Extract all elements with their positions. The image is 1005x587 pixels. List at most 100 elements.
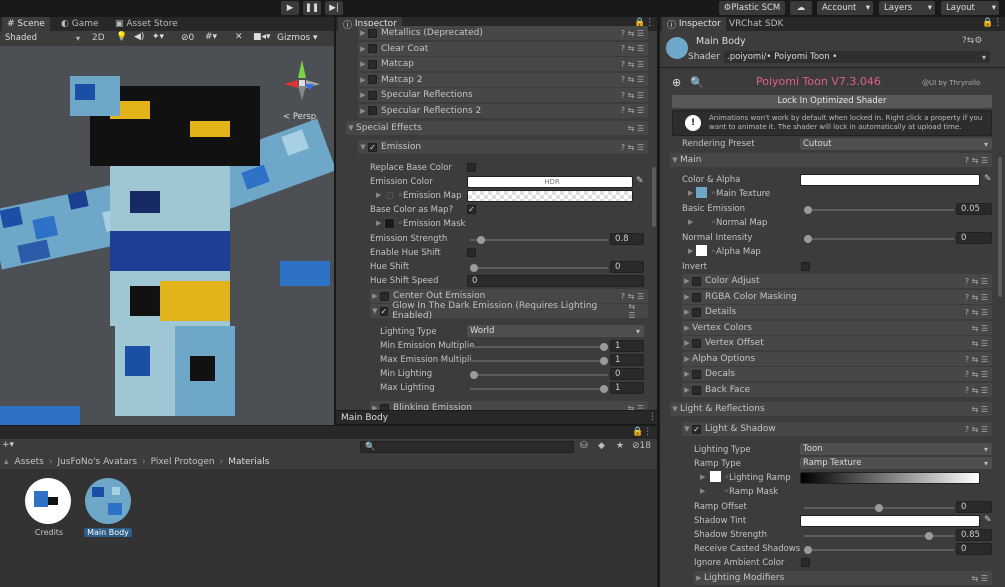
shader-dropdown[interactable]: .poiyomi/• Poiyomi Toon • [724, 51, 990, 63]
section-header[interactable]: ▶ Back Face ? ⇆ ☰ [682, 383, 992, 397]
section-tools-icon[interactable]: ? ⇆ ☰ [965, 308, 988, 317]
slider-knob[interactable] [804, 206, 812, 214]
main-texture-thumbnail[interactable] [696, 187, 707, 198]
persp-label[interactable]: < Persp [283, 112, 316, 122]
section-tools-icon[interactable]: ? ⇆ ☰ [621, 44, 644, 53]
toggle-checkbox[interactable] [368, 106, 377, 115]
toggle-checkbox[interactable] [368, 59, 377, 69]
glow-value-field[interactable]: 0 [610, 368, 644, 380]
slider-knob[interactable] [804, 546, 812, 554]
shadow-tint-field[interactable] [800, 515, 980, 527]
section-header[interactable]: ▼ Light & Reflections ⇆ ☰ [670, 402, 992, 416]
section-tools-icon[interactable]: ? ⇆ ☰ [965, 355, 988, 364]
light-icon[interactable]: 💡 [116, 32, 127, 42]
toggle-checkbox[interactable] [692, 338, 701, 348]
toggle-checkbox[interactable] [368, 44, 377, 53]
glow-value-field[interactable]: 1 [610, 340, 644, 352]
asset-credits[interactable]: Credits [24, 477, 74, 537]
gizmos-dropdown[interactable]: Gizmos ▾ [277, 33, 318, 43]
expand-arrow-icon[interactable]: ▶ [688, 218, 693, 226]
rendering-preset-dropdown[interactable]: Cutout [800, 138, 992, 150]
asset-main-body[interactable]: Main Body [84, 477, 132, 537]
section-tools-icon[interactable]: ? ⇆ ☰ [621, 91, 644, 100]
toggle-checkbox[interactable] [368, 28, 377, 38]
toggle-checkbox[interactable] [692, 369, 701, 379]
toggle-checkbox[interactable] [368, 75, 377, 84]
audio-icon[interactable]: ◀) [134, 32, 144, 42]
section-header[interactable]: ▶ Details ? ⇆ ☰ [682, 305, 992, 319]
section-tools-icon[interactable]: ? ⇆ ☰ [621, 29, 644, 38]
hidden-count[interactable]: ⊘18 [632, 441, 651, 451]
expand-arrow-icon[interactable]: ▶ [700, 487, 705, 495]
camera-icon[interactable]: ■◂▾ [253, 32, 271, 42]
section-header[interactable]: ▶ Matcap ? ⇆ ☰ [358, 57, 648, 71]
slider-knob[interactable] [470, 264, 478, 272]
emission-strength-field[interactable]: 0.8 [610, 233, 644, 245]
basic-emission-field[interactable]: 0.05 [956, 203, 992, 215]
slider-knob[interactable] [470, 371, 478, 379]
ramp-offset-slider[interactable] [804, 504, 954, 512]
alpha-map-thumbnail[interactable] [696, 245, 707, 256]
breadcrumb-assets[interactable]: Assets [15, 457, 44, 467]
project-search-input[interactable]: 🔍 [360, 441, 574, 453]
hue-shift-field[interactable]: 0 [610, 261, 644, 273]
section-header[interactable]: ▼ ✓ Light & Shadow ? ⇆ ☰ [682, 422, 992, 436]
glow-slider[interactable] [470, 371, 608, 379]
section-header[interactable]: ▶ RGBA Color Masking ? ⇆ ☰ [682, 290, 992, 304]
expand-arrow-icon[interactable]: ▶ [376, 219, 381, 227]
section-header[interactable]: ▶ Lighting Modifiers ⇆ ☰ [694, 571, 992, 585]
section-header[interactable]: ▶ Vertex Offset ⇆ ☰ [682, 336, 992, 350]
tab-asset-store[interactable]: ▣ Asset Store [110, 17, 183, 31]
scrollbar-thumb[interactable] [998, 157, 1002, 297]
shadow-strength-slider[interactable] [804, 532, 954, 540]
section-tools-icon[interactable]: ? ⇆ ☰ [965, 370, 988, 379]
base-color-as-map-checkbox[interactable]: ✓ [467, 205, 476, 214]
section-tools-icon[interactable]: ⇆ ☰ [972, 405, 988, 414]
lighting-ramp-gradient[interactable] [800, 472, 980, 484]
section-tools-icon[interactable]: ⇆ ☰ [972, 574, 988, 583]
hidden-objects-icon[interactable]: ⊘0 [181, 33, 194, 43]
lighting-ramp-thumbnail[interactable] [710, 471, 721, 482]
slider-knob[interactable] [804, 235, 812, 243]
toggle-checkbox[interactable] [692, 276, 701, 286]
normal-intensity-slider[interactable] [804, 235, 954, 243]
normal-intensity-field[interactable]: 0 [956, 232, 992, 244]
section-tools-icon[interactable]: ? ⇆ ☰ [621, 60, 644, 69]
layout-dropdown[interactable]: Layout ▾ [941, 1, 999, 15]
section-header[interactable]: ▼ ✓ Emission ? ⇆ ☰ [358, 140, 648, 154]
toggle-checkbox[interactable]: ✓ [692, 424, 701, 434]
toggle-checkbox[interactable] [380, 291, 389, 301]
invert-checkbox[interactable] [801, 262, 810, 271]
section-header[interactable]: ▶ Matcap 2 ? ⇆ ☰ [358, 72, 648, 87]
lock-in-optimized-button[interactable]: Lock In Optimized Shader [672, 95, 992, 108]
step-button[interactable]: ▶| [325, 1, 343, 15]
texture-slot-icon[interactable]: ◻ [386, 191, 393, 201]
lighting-type-dropdown[interactable]: World [467, 325, 644, 337]
section-tools-icon[interactable]: ? ⇆ ☰ [965, 425, 988, 434]
shading-dropdown[interactable]: Shaded [2, 32, 84, 44]
section-header[interactable]: ▶ Decals ? ⇆ ☰ [682, 367, 992, 381]
hue-shift-slider[interactable] [470, 264, 608, 272]
breadcrumb-protogen[interactable]: Pixel Protogen [151, 457, 215, 467]
receive-shadows-slider[interactable] [804, 546, 954, 554]
section-header[interactable]: ▶ Alpha Options ? ⇆ ☰ [682, 352, 992, 366]
presets-icon[interactable]: ⊕ [672, 76, 681, 89]
section-tools-icon[interactable]: ? ⇆ ☰ [621, 75, 644, 84]
play-button[interactable]: ▶ [281, 1, 299, 15]
emission-strength-slider[interactable] [470, 236, 608, 244]
effects-icon[interactable]: ✦▾ [152, 32, 164, 42]
section-tools-icon[interactable]: ? ⇆ ☰ [965, 293, 988, 302]
expand-arrow-icon[interactable]: ▶ [688, 247, 693, 255]
section-header[interactable]: ▶ Color Adjust ? ⇆ ☰ [682, 274, 992, 288]
shadow-strength-field[interactable]: 0.85 [956, 529, 992, 541]
favorite-icon[interactable]: ★ [616, 441, 624, 451]
tab-vrchat-sdk[interactable]: VRChat SDK [724, 17, 788, 31]
toggle-checkbox[interactable] [692, 385, 701, 395]
view-gizmo[interactable] [280, 56, 324, 106]
section-header[interactable]: ▶ Specular Reflections 2 ? ⇆ ☰ [358, 103, 648, 118]
section-header[interactable]: ▼ Special Effects ⇆ ☰ [346, 121, 648, 135]
breadcrumb-avatars[interactable]: JusFoNo's Avatars [57, 457, 137, 467]
ignore-ambient-checkbox[interactable] [801, 558, 810, 567]
scene-viewport[interactable]: < Persp [0, 46, 334, 425]
toggle-checkbox[interactable] [368, 90, 377, 100]
